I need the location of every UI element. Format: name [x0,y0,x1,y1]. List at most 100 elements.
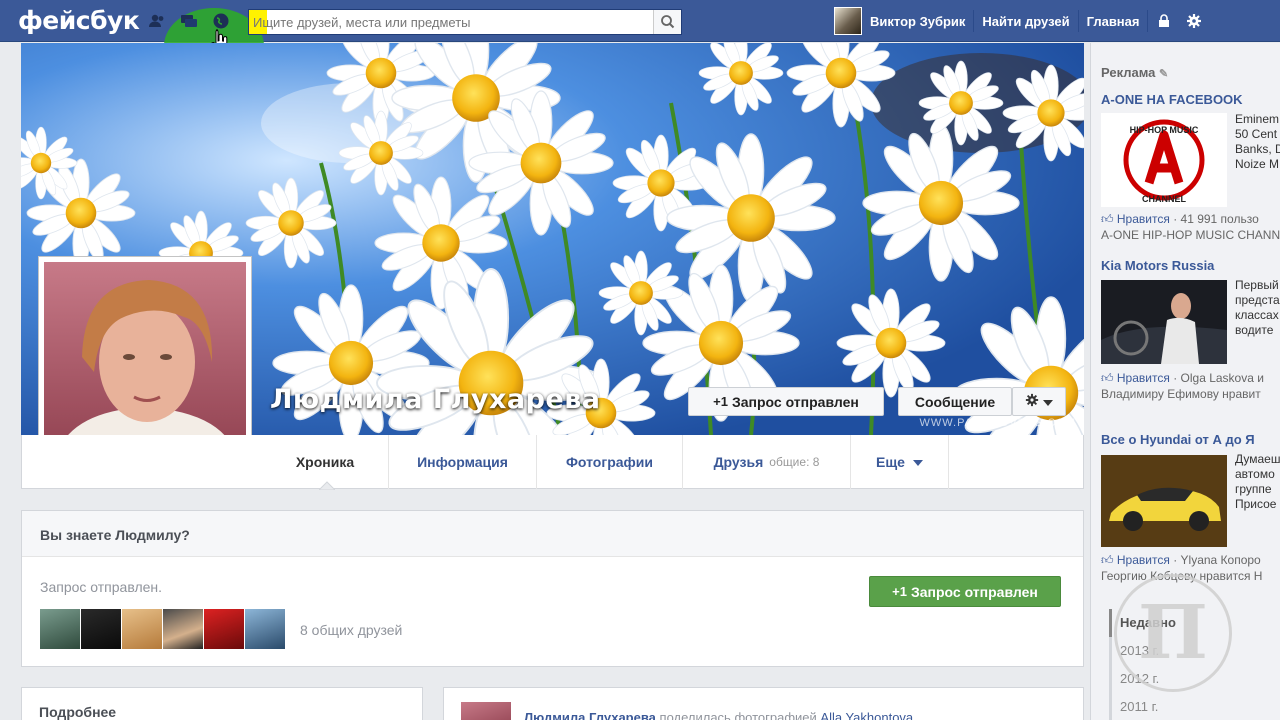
facebook-logo[interactable]: фейсбук [18,6,140,35]
more-info-card: Подробнее [21,687,423,720]
mutual-friends-count: общие: 8 [769,455,820,469]
ad-like-count: · Ylyana Копоро [1173,553,1261,567]
friend-requests-icon[interactable] [148,12,166,30]
thumbs-up-icon: 👍︎ [1101,553,1114,567]
ad-text-line: Eminem [1235,112,1280,126]
ad-image[interactable]: HIP-HOP MUSIC CHANNEL [1101,113,1227,207]
ad-text-line: Noize M [1235,157,1280,171]
tab-friends[interactable]: Друзья общие: 8 [682,435,850,489]
ad-text-line: Думаеш [1235,452,1280,466]
user-avatar[interactable] [834,7,862,35]
post-author-avatar[interactable] [461,702,511,720]
friend-request-sent-label: Запрос отправлен [731,393,859,410]
message-button[interactable]: Сообщение [898,387,1012,416]
tab-info[interactable]: Информация [388,435,536,489]
ad-title[interactable]: Все о Hyundai от А до Я [1101,432,1255,447]
profile-name[interactable]: Людмила Глухарева [270,384,601,415]
top-nav: Виктор Зубрик Найти друзей Главная [834,0,1202,42]
ad-like-link[interactable]: Нравится [1117,212,1170,226]
search-box [248,9,682,35]
ad-text-line: автомо [1235,467,1275,481]
add-friend-icon: +1 [713,394,728,409]
tab-photos[interactable]: Фотографии [536,435,682,489]
ad-text-line: 50 Cent [1235,127,1278,141]
friend-thumbnail[interactable] [122,609,162,649]
home-link[interactable]: Главная [1087,14,1140,29]
user-name-link[interactable]: Виктор Зубрик [870,14,965,29]
ad-text-line: классах [1235,308,1279,322]
ad-text-line: Banks, D [1235,142,1280,156]
request-status-text: Запрос отправлен. [40,579,163,595]
tab-label: Фотографии [565,454,653,470]
create-ad-icon[interactable]: ✎ [1159,68,1168,80]
friend-request-sent-button[interactable]: +1 Запрос отправлен [688,387,884,416]
request-sent-green-label: Запрос отправлен [910,583,1038,600]
chevron-down-icon [912,454,923,470]
ad-text-line: водите [1235,323,1274,337]
do-you-know-box: Вы знаете Людмилу? Запрос отправлен. 8 о… [21,510,1084,667]
chevron-down-icon [1043,394,1053,410]
tab-label: Хроника [295,454,355,470]
ad-text: Первый предста классах водите [1235,278,1280,338]
active-tab-indicator [319,481,335,490]
add-friend-icon: +1 [892,584,907,599]
tab-more[interactable]: Еще [850,435,948,489]
ads-label: Реклама ✎ [1101,65,1168,80]
post-target-link[interactable]: Alla Yakhontova [820,710,913,720]
ad-like-line: 👍︎ Нравится · 41 991 пользо A-ONE HIP-HO… [1101,211,1280,243]
watermark-letter: П [1138,590,1208,676]
timeline-post: Людмила Глухарева поделилась фотографией… [443,687,1084,720]
search-button[interactable] [653,10,681,34]
svg-text:HIP-HOP MUSIC: HIP-HOP MUSIC [1130,125,1199,135]
watermark-stamp: П [1114,574,1232,692]
ad-like-social: A-ONE HIP-HOP MUSIC CHANN [1101,228,1280,242]
friend-thumbnail[interactable] [163,609,203,649]
ad-like-line: 👍︎ Нравится · Olga Laskova и Владимиру Е… [1101,370,1264,402]
ad-title[interactable]: Kia Motors Russia [1101,258,1214,273]
friend-thumbnail[interactable] [245,609,285,649]
ad-like-count: · Olga Laskova и [1173,371,1264,385]
profile-options-button[interactable] [1012,387,1066,416]
friend-thumbnail[interactable] [40,609,80,649]
ad-text: Думаеш автомо группе Присое [1235,452,1280,512]
tab-label: Еще [876,454,905,470]
nav-divider [1147,10,1149,32]
ad-text-line: предста [1235,293,1280,307]
ad-title[interactable]: A-ONE НА FACEBOOK [1101,92,1243,107]
profile-tabs: Хроника Информация Фотографии Друзья общ… [21,435,1084,490]
profile-photo-image [44,262,246,464]
more-info-title: Подробнее [39,704,117,720]
ad-like-link[interactable]: Нравится [1117,553,1170,567]
friend-thumbnail[interactable] [204,609,244,649]
nav-divider [973,10,975,32]
settings-gear-icon[interactable] [1186,13,1202,29]
search-input[interactable] [253,13,648,31]
thumbs-up-icon: 👍︎ [1101,371,1114,385]
gear-icon [1025,393,1039,410]
ads-label-text: Реклама [1101,65,1156,80]
ad-like-link[interactable]: Нравится [1117,371,1170,385]
cover-watermark: WWW.PAGECOVERS.COM [919,417,1076,429]
message-button-label: Сообщение [914,393,996,410]
thumbs-up-icon: 👍︎ [1101,212,1114,226]
post-author-link[interactable]: Людмила Глухарева [524,710,656,720]
privacy-lock-icon[interactable] [1156,13,1172,29]
tab-label: Информация [417,454,508,470]
mutual-friends-thumbnails [40,609,285,649]
svg-text:CHANNEL: CHANNEL [1142,194,1187,204]
messages-icon[interactable] [180,12,198,30]
find-friends-link[interactable]: Найти друзей [982,14,1069,29]
year-link[interactable]: 2011 г. [1109,693,1280,720]
friend-thumbnail[interactable] [81,609,121,649]
ad-text-line: группе [1235,482,1272,496]
search-icon [661,15,675,29]
request-sent-green-button[interactable]: +1 Запрос отправлен [869,576,1061,607]
tab-divider [948,435,949,489]
top-bar: фейсбук Виктор Зубрик Найти друзей Главн… [0,0,1280,84]
do-you-know-title: Вы знаете Людмилу? [22,511,1083,557]
nav-divider [1077,10,1079,32]
ad-image[interactable] [1101,280,1227,364]
ad-image[interactable] [1101,455,1227,547]
ad-like-social: Владимиру Ефимову нравит [1101,387,1261,401]
mutual-friends-link[interactable]: 8 общих друзей [300,622,402,638]
